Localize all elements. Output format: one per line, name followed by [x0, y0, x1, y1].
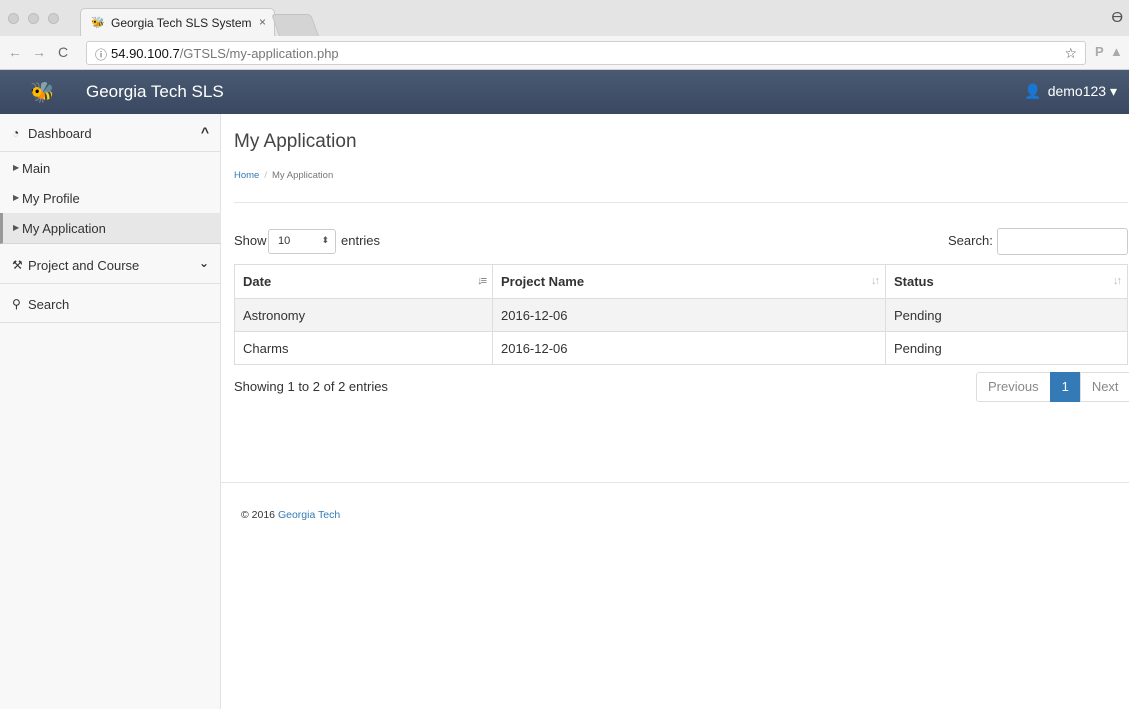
back-arrow-icon[interactable]: ← [8, 44, 22, 60]
footer-link[interactable]: Georgia Tech [278, 509, 340, 521]
caret-right-icon: ▶ [13, 163, 20, 172]
brand-title[interactable]: Georgia Tech SLS [86, 82, 224, 102]
search-icon: ⚲ [12, 297, 21, 311]
sidebar: ◔ Dashboard ^ ▶ Main ▶ My Profile ▶ My A… [0, 114, 221, 709]
table-cell: Pending [885, 331, 1128, 365]
table-row[interactable]: Charms 2016-12-06 Pending [234, 331, 1128, 365]
search-label: Search: [948, 233, 993, 248]
username: demo123 [1047, 83, 1107, 99]
sidebar-item-project-and-course[interactable]: ⚒ Project and Course ⌄ [0, 246, 221, 284]
table-row[interactable]: Astronomy 2016-12-06 Pending [234, 298, 1128, 332]
table-cell: Charms [234, 331, 493, 365]
caret-right-icon: ▶ [13, 223, 20, 232]
column-header-status[interactable]: Status ↓↑ [885, 264, 1128, 299]
applications-table: Date ↓≡ Project Name ↓↑ Status ↓↑ Astronomy… [234, 264, 1128, 365]
next-page-button[interactable]: Next [1079, 372, 1129, 402]
app-navbar: 🐝 Georgia Tech SLS 👤 demo123 ▾ [0, 70, 1129, 114]
sort-icon: ↓↑ [871, 275, 880, 287]
new-tab-button[interactable] [270, 14, 320, 36]
address-bar[interactable]: ⓘ 54.90.100.7/GTSLS/my-application.php ☆ [86, 41, 1086, 65]
sidebar-item-my-application[interactable]: ▶ My Application [0, 213, 221, 244]
tab-close-icon[interactable]: × [259, 15, 266, 29]
browser-tab-bar: 🐝 Georgia Tech SLS System × ϴ [0, 0, 1129, 36]
dashboard-icon: ◔ [12, 126, 20, 140]
sidebar-item-label: Main [22, 161, 51, 176]
chevron-up-icon: ^ [200, 124, 209, 140]
footer: © 2016 Georgia Tech [241, 509, 340, 521]
bee-favicon-icon: 🐝 [91, 17, 105, 29]
user-menu-dropdown[interactable]: 👤 demo123 ▾ [1024, 83, 1117, 100]
breadcrumb-separator: / [264, 170, 267, 181]
user-icon: 👤 [1024, 83, 1042, 99]
divider [234, 202, 1128, 203]
table-info: Showing 1 to 2 of 2 entries [234, 379, 388, 394]
footer-divider [221, 482, 1129, 483]
sidebar-item-label: My Profile [22, 191, 80, 206]
caret-right-icon: ▶ [13, 193, 20, 202]
page-1-button[interactable]: 1 [1049, 372, 1081, 402]
url-text: 54.90.100.7/GTSLS/my-application.php [111, 46, 339, 61]
browser-tab[interactable]: 🐝 Georgia Tech SLS System × [80, 8, 275, 36]
show-label: Show [234, 233, 267, 248]
browser-menu-icon[interactable]: ⋮ [1124, 44, 1129, 60]
search-input[interactable] [997, 228, 1128, 255]
window-maximize-button[interactable] [48, 13, 59, 24]
table-header-row: Date ↓≡ Project Name ↓↑ Status ↓↑ [234, 264, 1128, 299]
sidebar-item-label: My Application [22, 221, 106, 236]
table-cell: Astronomy [234, 298, 493, 332]
yellow-jacket-logo-icon[interactable]: 🐝 [30, 80, 55, 105]
sort-ascending-icon: ↓≡ [477, 275, 487, 287]
extension-p-icon[interactable]: P [1095, 44, 1104, 59]
browser-profile-icon[interactable]: ϴ [1111, 9, 1123, 26]
sidebar-item-label: Search [28, 297, 70, 312]
sidebar-item-search[interactable]: ⚲ Search [0, 285, 221, 323]
copyright-text: © 2016 [241, 509, 276, 521]
sidebar-item-dashboard[interactable]: ◔ Dashboard ^ [0, 114, 221, 152]
caret-down-icon: ▾ [1109, 83, 1117, 99]
breadcrumb-home-link[interactable]: Home [234, 170, 259, 181]
pagination: Previous 1 Next [976, 372, 1129, 402]
chevron-down-icon: ⌄ [198, 256, 209, 270]
sort-icon: ↓↑ [1113, 275, 1122, 287]
info-icon[interactable]: ⓘ [95, 46, 107, 63]
entries-per-page-select[interactable]: 10 ⬍ [268, 229, 336, 254]
table-cell: Pending [885, 298, 1128, 332]
window-close-button[interactable] [8, 13, 19, 24]
select-arrows-icon: ⬍ [321, 235, 329, 245]
column-header-project-name[interactable]: Project Name ↓↑ [492, 264, 886, 299]
breadcrumb: Home / My Application [234, 170, 333, 181]
sidebar-item-label: Dashboard [28, 126, 92, 141]
browser-toolbar: ← → C ⓘ 54.90.100.7/GTSLS/my-application… [0, 36, 1129, 70]
sidebar-item-label: Project and Course [28, 258, 140, 273]
tab-title: Georgia Tech SLS System [111, 16, 252, 30]
table-cell: 2016-12-06 [492, 298, 886, 332]
select-value: 10 [278, 235, 291, 247]
window-minimize-button[interactable] [28, 13, 39, 24]
page-title: My Application [234, 131, 357, 152]
extension-drive-icon[interactable]: ▲ [1110, 44, 1123, 59]
reload-icon[interactable]: C [58, 44, 68, 60]
previous-page-button[interactable]: Previous [976, 372, 1051, 402]
breadcrumb-current: My Application [271, 170, 334, 181]
forward-arrow-icon[interactable]: → [32, 44, 46, 60]
wrench-icon: ⚒ [12, 258, 23, 272]
sidebar-item-my-profile[interactable]: ▶ My Profile [0, 183, 221, 214]
bookmark-star-icon[interactable]: ☆ [1064, 45, 1077, 62]
table-cell: 2016-12-06 [492, 331, 886, 365]
sidebar-item-main[interactable]: ▶ Main [0, 153, 221, 184]
entries-label: entries [341, 233, 381, 248]
column-header-date[interactable]: Date ↓≡ [234, 264, 493, 299]
